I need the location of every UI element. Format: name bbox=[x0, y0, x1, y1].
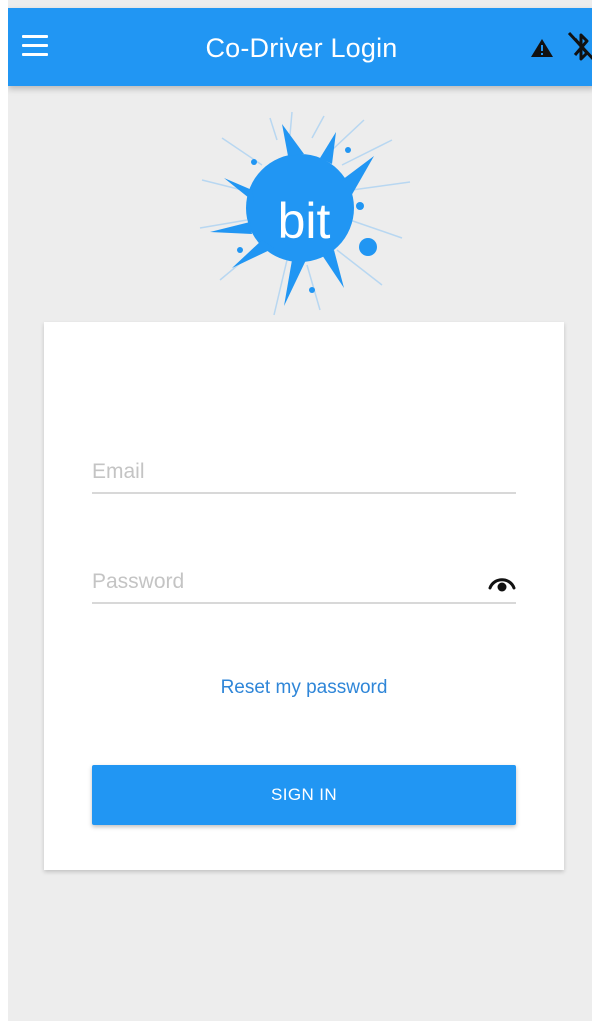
email-field[interactable] bbox=[92, 460, 452, 484]
app-bar: Co-Driver Login bbox=[8, 8, 595, 86]
email-field-container bbox=[92, 442, 516, 494]
logo-text: bit bbox=[278, 193, 331, 249]
warning-icon[interactable] bbox=[530, 38, 554, 58]
sign-in-button[interactable]: SIGN IN bbox=[92, 765, 516, 825]
page-title: Co-Driver Login bbox=[205, 33, 398, 63]
bluetooth-disabled-icon[interactable] bbox=[566, 30, 595, 64]
reset-password-link[interactable]: Reset my password bbox=[44, 677, 564, 699]
eye-icon[interactable] bbox=[488, 572, 516, 592]
login-card: Reset my password SIGN IN bbox=[44, 322, 564, 870]
password-field-container bbox=[92, 552, 516, 604]
password-field[interactable] bbox=[92, 570, 452, 594]
bit-logo: bit bbox=[199, 111, 411, 316]
